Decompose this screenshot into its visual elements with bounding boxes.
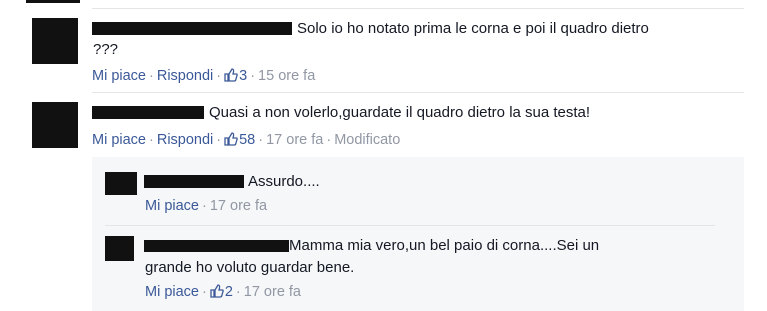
reply-text-line2: grande ho voluto guardar bene. — [145, 259, 355, 276]
thumbs-up-icon — [224, 68, 238, 82]
comment-text-line1: Solo io ho notato prima le corna e poi i… — [297, 20, 649, 37]
like-count[interactable]: 2 — [210, 284, 233, 300]
reply-button[interactable]: Rispondi — [157, 68, 213, 84]
reply-button[interactable]: Rispondi — [157, 132, 213, 148]
comment-timestamp[interactable]: 17 ore fa — [266, 132, 323, 148]
thumbs-up-icon — [224, 132, 238, 146]
redacted-author-name[interactable] — [144, 175, 244, 188]
redacted-author-name[interactable] — [92, 22, 292, 35]
comment-text-line1: Quasi a non volerlo,guardate il quadro d… — [209, 104, 591, 121]
thumbs-up-icon — [210, 284, 224, 298]
reply-actions: Mi piace · 2 · 17 ore fa — [145, 284, 302, 300]
comment-divider — [92, 8, 744, 9]
redacted-author-name[interactable] — [144, 240, 289, 252]
reply-divider — [105, 225, 715, 226]
comment-actions: Mi piace · Rispondi · 58 · 17 ore fa · Modificat… — [92, 132, 401, 148]
redacted-author-name[interactable] — [92, 106, 204, 119]
edited-label[interactable]: Modificato — [334, 132, 400, 148]
reply-timestamp[interactable]: 17 ore fa — [210, 198, 267, 214]
like-count[interactable]: 58 — [224, 132, 255, 148]
comment-timestamp[interactable]: 15 ore fa — [258, 68, 315, 84]
reply-text-line1: Assurdo.... — [248, 173, 320, 190]
avatar[interactable] — [105, 236, 134, 261]
avatar[interactable] — [32, 18, 78, 64]
like-count[interactable]: 3 — [224, 68, 247, 84]
reply-timestamp[interactable]: 17 ore fa — [244, 284, 301, 300]
comment-actions: Mi piace · Rispondi · 3 · 15 ore fa — [92, 68, 316, 84]
like-button[interactable]: Mi piace — [92, 132, 146, 148]
avatar[interactable] — [32, 102, 78, 148]
like-button[interactable]: Mi piace — [92, 68, 146, 84]
like-button[interactable]: Mi piace — [145, 198, 199, 214]
comment-text-line2: ??? — [93, 41, 119, 58]
like-button[interactable]: Mi piace — [145, 284, 199, 300]
previous-comment-avatar-fragment — [26, 0, 80, 3]
avatar[interactable] — [105, 172, 137, 195]
comment-divider — [92, 92, 744, 93]
reply-text-line1: Mamma mia vero,un bel paio di corna....S… — [289, 237, 600, 254]
reply-actions: Mi piace · 17 ore fa — [145, 198, 268, 214]
